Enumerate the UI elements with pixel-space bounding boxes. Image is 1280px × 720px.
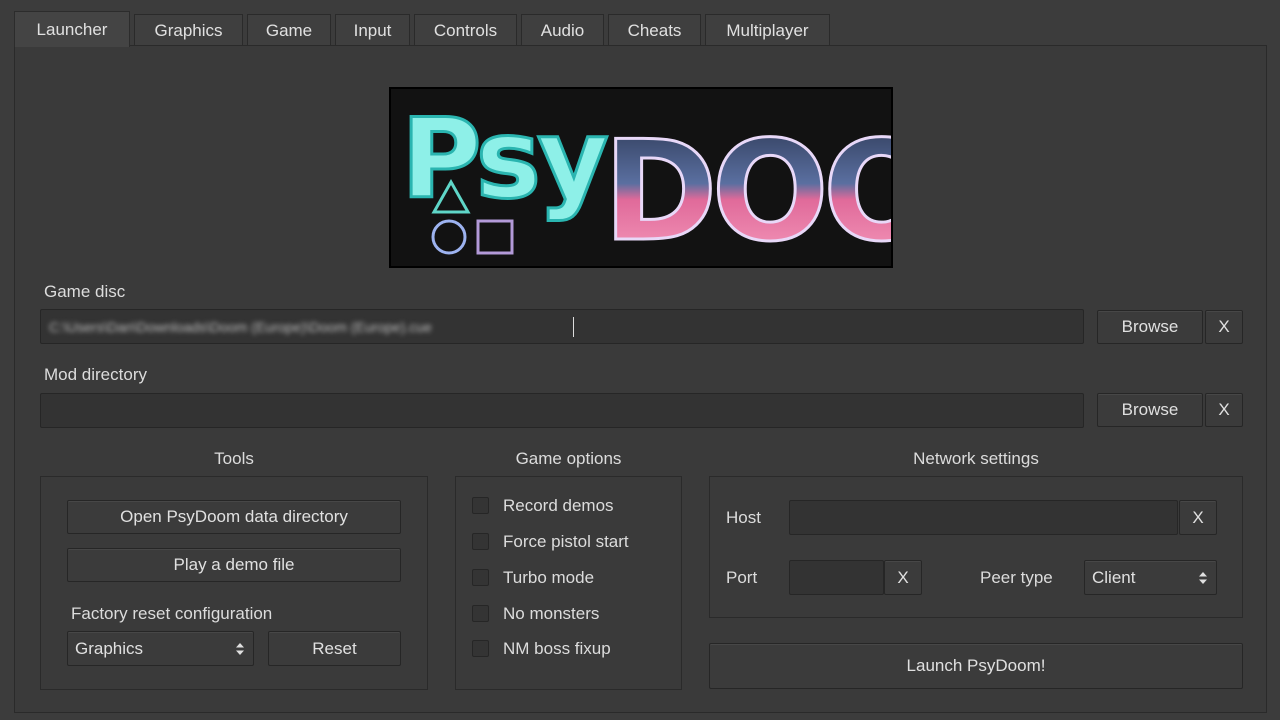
record-demos-label: Record demos [503,496,614,515]
launch-psydoom-button[interactable]: Launch PsyDoom! [709,643,1243,689]
tab-game[interactable]: Game [247,14,331,47]
peer-type-label: Peer type [980,568,1053,587]
no-monsters-label: No monsters [503,604,600,623]
tab-label: Game [265,21,313,40]
mod-directory-field[interactable] [40,393,1084,428]
tab-label: Cheats [627,21,682,40]
turbo-mode-label: Turbo mode [503,568,595,587]
logo-psy-text: Psy [401,95,607,223]
game-disc-path: C:\Users\Dan\Downloads\Doom (Europe)\Doo… [49,319,432,335]
game-disc-field[interactable]: C:\Users\Dan\Downloads\Doom (Europe)\Doo… [40,309,1084,344]
tools-title: Tools [214,449,254,468]
updown-arrows-icon [1199,571,1207,584]
host-input[interactable] [789,500,1178,535]
tab-controls[interactable]: Controls [414,14,517,47]
port-label: Port [726,568,758,587]
mod-directory-clear-button[interactable]: X [1205,393,1243,427]
network-settings-group [709,476,1243,618]
mod-directory-browse-button[interactable]: Browse [1097,393,1203,427]
reset-button[interactable]: Reset [268,631,401,666]
no-monsters-checkbox[interactable] [472,605,489,622]
tab-input[interactable]: Input [335,14,410,47]
game-disc-browse-button[interactable]: Browse [1097,310,1203,344]
tab-audio[interactable]: Audio [521,14,604,47]
record-demos-checkbox[interactable] [472,497,489,514]
network-settings-title: Network settings [913,449,1039,468]
logo-graphic: Psy DOOM [400,94,1074,274]
tab-launcher[interactable]: Launcher [14,11,130,47]
nm-boss-fixup-label: NM boss fixup [503,639,611,658]
peer-type-select-value: Client [1092,567,1136,587]
port-input[interactable] [789,560,884,595]
factory-reset-label: Factory reset configuration [71,604,273,623]
updown-arrows-icon [236,642,244,655]
tab-label: Controls [433,21,498,40]
turbo-mode-checkbox[interactable] [472,569,489,586]
force-pistol-start-checkbox[interactable] [472,533,489,550]
game-disc-clear-button[interactable]: X [1205,310,1243,344]
factory-reset-select-value: Graphics [75,638,144,658]
play-demo-file-button[interactable]: Play a demo file [67,548,401,582]
circle-icon [431,219,467,255]
tab-graphics[interactable]: Graphics [134,14,243,47]
host-clear-button[interactable]: X [1179,500,1217,535]
mod-directory-label: Mod directory [44,365,147,384]
port-clear-button[interactable]: X [884,560,922,595]
tab-label: Launcher [36,19,108,39]
game-disc-label: Game disc [44,282,126,301]
logo-doom-text: DOOM [603,111,891,266]
tab-label: Multiplayer [726,21,809,40]
force-pistol-start-label: Force pistol start [503,532,629,551]
host-label: Host [726,508,761,527]
tab-label: Audio [540,21,585,40]
game-options-title: Game options [515,449,622,468]
square-icon [476,219,514,255]
tab-label: Graphics [154,21,223,40]
tab-cheats[interactable]: Cheats [608,14,701,47]
factory-reset-select[interactable]: Graphics [67,631,254,666]
tab-multiplayer[interactable]: Multiplayer [705,14,830,47]
nm-boss-fixup-checkbox[interactable] [472,640,489,657]
open-data-directory-button[interactable]: Open PsyDoom data directory [67,500,401,534]
tab-label: Input [353,21,392,40]
psydoom-logo: Psy DOOM [389,87,1074,274]
text-cursor [573,317,574,337]
peer-type-select[interactable]: Client [1084,560,1217,595]
